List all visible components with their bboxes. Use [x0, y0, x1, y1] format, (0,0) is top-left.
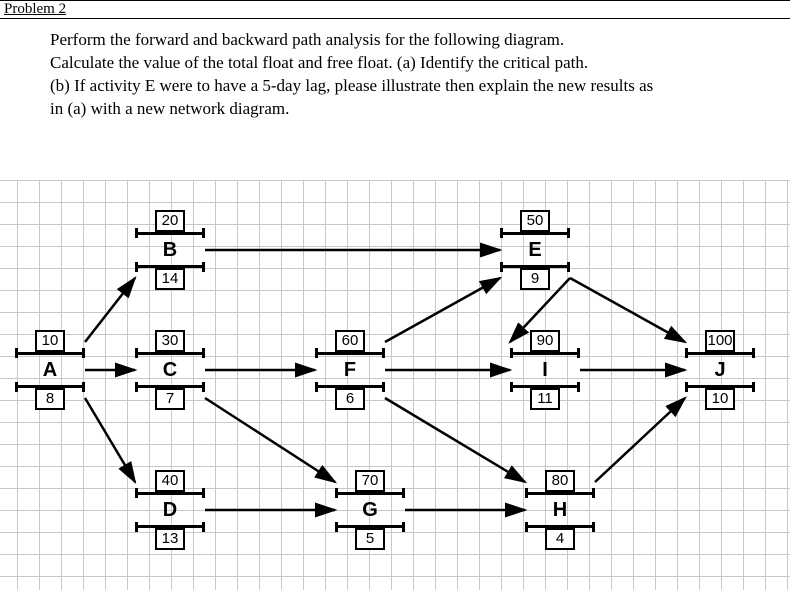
activity-node-c: 30C7 [135, 330, 205, 410]
activity-node-e: 50E9 [500, 210, 570, 290]
edge-H-J [595, 398, 685, 482]
node-label: E [500, 232, 570, 268]
node-top-value: 60 [335, 330, 365, 352]
node-bottom-value: 10 [705, 388, 735, 410]
node-label: A [15, 352, 85, 388]
node-bottom-value: 8 [35, 388, 65, 410]
activity-node-g: 70G5 [335, 470, 405, 550]
node-bottom-value: 4 [545, 528, 575, 550]
instructions: Perform the forward and backward path an… [0, 19, 790, 141]
node-label: C [135, 352, 205, 388]
node-label: I [510, 352, 580, 388]
node-bottom-value: 14 [155, 268, 185, 290]
edge-A-D [85, 398, 135, 482]
edge-A-B [85, 278, 135, 342]
node-label: G [335, 492, 405, 528]
node-bottom-value: 7 [155, 388, 185, 410]
activity-node-j: 100J10 [685, 330, 755, 410]
node-top-value: 100 [705, 330, 735, 352]
network-diagram: 10A820B1430C740D1350E960F670G580H490I111… [0, 180, 790, 590]
node-bottom-value: 13 [155, 528, 185, 550]
instruction-line: Calculate the value of the total float a… [50, 52, 740, 75]
activity-node-d: 40D13 [135, 470, 205, 550]
node-label: H [525, 492, 595, 528]
node-top-value: 90 [530, 330, 560, 352]
instruction-line: Perform the forward and backward path an… [50, 29, 740, 52]
node-top-value: 50 [520, 210, 550, 232]
edge-F-H [385, 398, 525, 482]
activity-node-a: 10A8 [15, 330, 85, 410]
problem-title: Problem 2 [4, 1, 66, 17]
node-top-value: 80 [545, 470, 575, 492]
edge-E-J [570, 278, 685, 342]
activity-node-h: 80H4 [525, 470, 595, 550]
activity-node-f: 60F6 [315, 330, 385, 410]
instruction-line: (b) If activity E were to have a 5-day l… [50, 75, 740, 98]
node-bottom-value: 11 [530, 388, 560, 410]
header-bar: Problem 2 [0, 0, 790, 19]
node-top-value: 30 [155, 330, 185, 352]
node-label: D [135, 492, 205, 528]
edge-C-G [205, 398, 335, 482]
node-bottom-value: 9 [520, 268, 550, 290]
instruction-line: in (a) with a new network diagram. [50, 98, 740, 121]
node-bottom-value: 6 [335, 388, 365, 410]
edge-F-E [385, 278, 500, 342]
activity-node-b: 20B14 [135, 210, 205, 290]
node-bottom-value: 5 [355, 528, 385, 550]
node-top-value: 10 [35, 330, 65, 352]
node-top-value: 20 [155, 210, 185, 232]
node-top-value: 70 [355, 470, 385, 492]
node-label: B [135, 232, 205, 268]
node-top-value: 40 [155, 470, 185, 492]
activity-node-i: 90I11 [510, 330, 580, 410]
node-label: J [685, 352, 755, 388]
node-label: F [315, 352, 385, 388]
